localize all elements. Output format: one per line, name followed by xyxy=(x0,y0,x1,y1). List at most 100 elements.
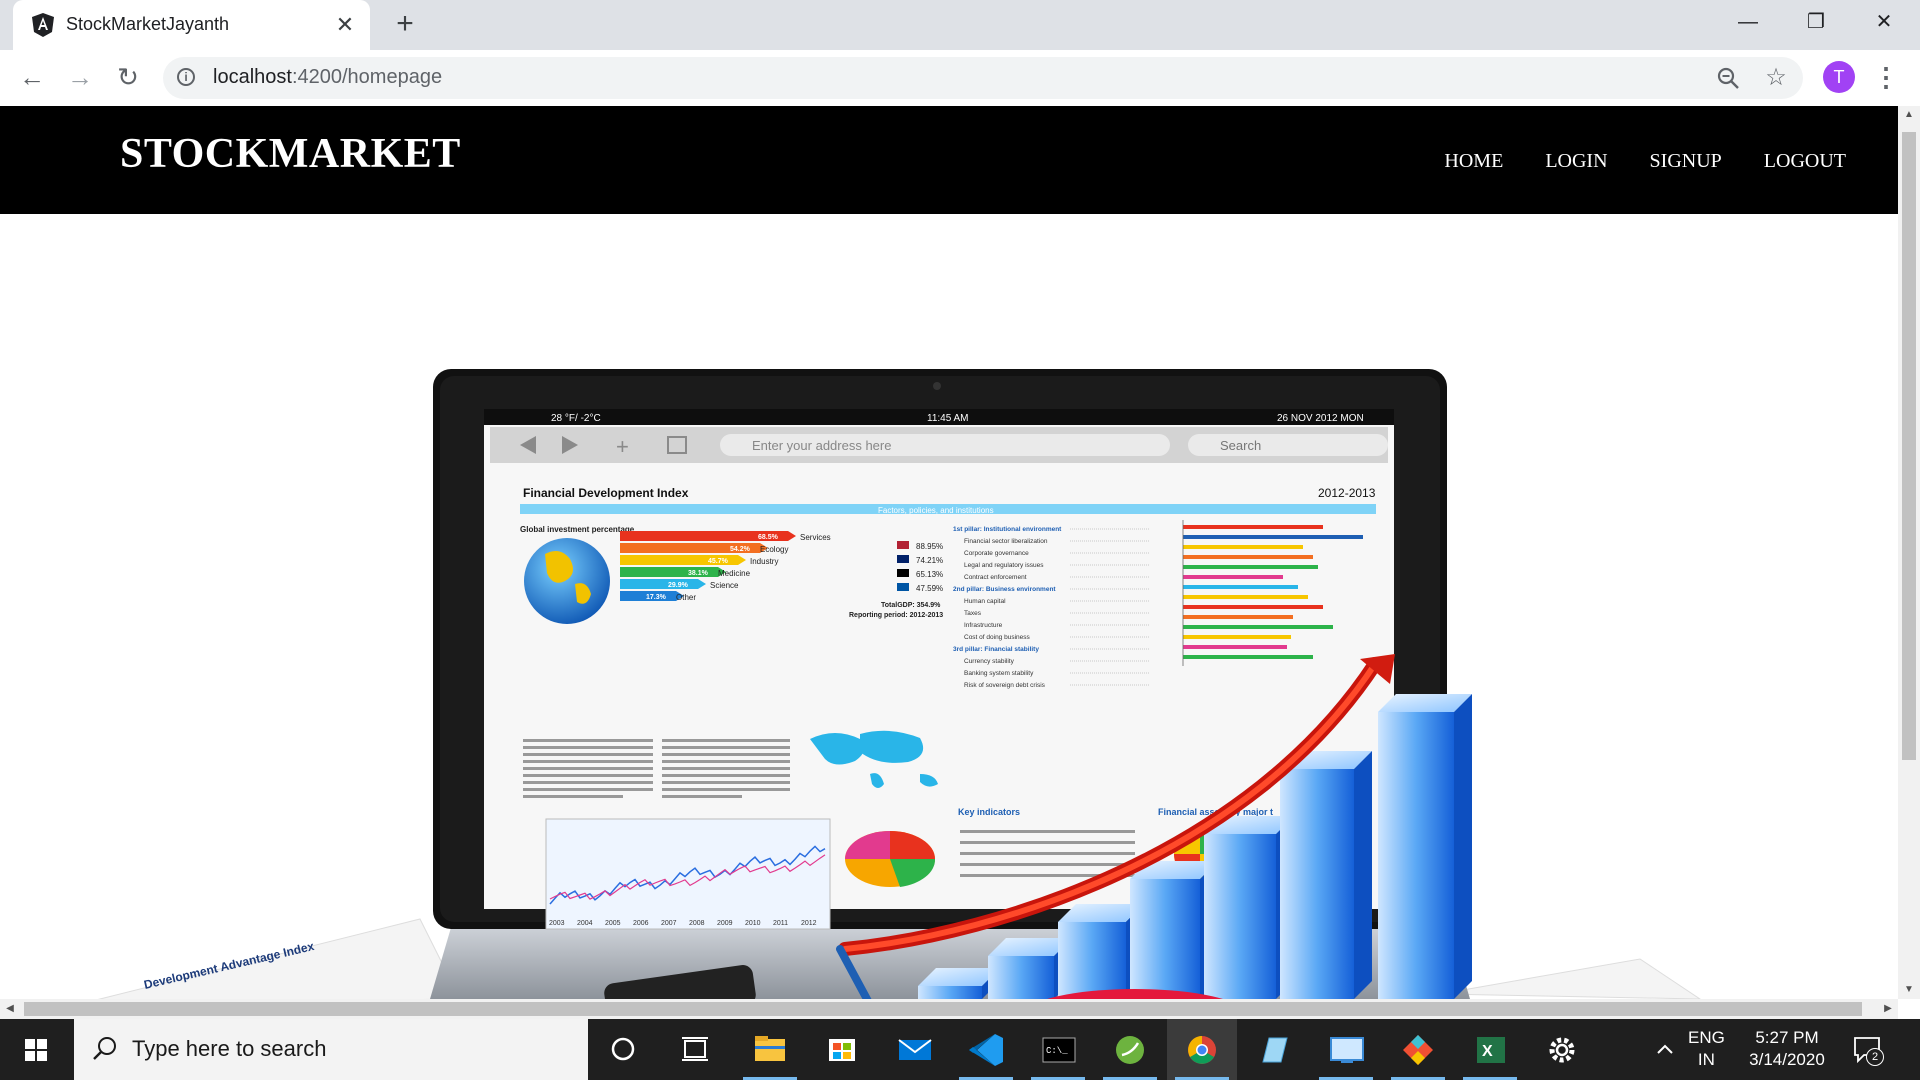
pillar-row-label: 2nd pillar: Business environment xyxy=(953,586,1056,593)
info-icon[interactable]: i xyxy=(177,68,195,86)
bookmark-star-icon[interactable]: ☆ xyxy=(1763,65,1789,91)
pie-chart-3d xyxy=(845,831,936,887)
globe-icon xyxy=(524,538,610,624)
url-text[interactable]: localhost:4200/homepage xyxy=(213,66,442,89)
pillar-row-label: Cost of doing business xyxy=(964,634,1031,641)
address-bar[interactable]: i localhost:4200/homepage ☆ xyxy=(163,57,1803,99)
pillar-row-label: Corporate governance xyxy=(964,550,1029,557)
scroll-left-icon[interactable]: ◀ xyxy=(0,999,20,1019)
tab-title: StockMarketJayanth xyxy=(66,14,230,34)
command-prompt-icon[interactable]: C:\_ xyxy=(1023,1019,1093,1080)
svg-text:X: X xyxy=(1482,1043,1493,1060)
angular-icon xyxy=(32,13,54,37)
browser-menu-icon[interactable]: ⋮ xyxy=(1873,62,1899,94)
nav-logout[interactable]: LOGOUT xyxy=(1764,150,1846,173)
investment-bar-percent: 45.7% xyxy=(708,558,729,565)
line-chart-year-label: 2007 xyxy=(661,920,677,927)
pillar-row-label: Banking system stability xyxy=(964,670,1034,677)
doc-year: 2012-2013 xyxy=(1318,486,1376,500)
pillar-bar xyxy=(1183,575,1283,579)
new-tab-icon[interactable]: + xyxy=(390,9,420,40)
horizontal-scroll-thumb[interactable] xyxy=(24,1002,1862,1016)
tray-chevron-icon[interactable] xyxy=(1650,1019,1680,1080)
vertical-scroll-thumb[interactable] xyxy=(1902,132,1916,760)
nav-home[interactable]: HOME xyxy=(1444,150,1503,173)
investment-bar xyxy=(620,567,726,577)
svg-text:88.95%: 88.95% xyxy=(916,542,943,551)
pillar-row-label: 3rd pillar: Financial stability xyxy=(953,646,1039,653)
clock-date: 3/14/2020 xyxy=(1749,1050,1825,1069)
search-icon xyxy=(93,1037,116,1060)
line-chart-year-label: 2009 xyxy=(717,920,733,927)
nav-signup[interactable]: SIGNUP xyxy=(1650,150,1722,173)
pillar-bar xyxy=(1183,615,1293,619)
action-center-icon[interactable]: 2 xyxy=(1852,1034,1884,1066)
mail-icon[interactable] xyxy=(879,1019,949,1080)
growth-bar xyxy=(1130,879,1200,999)
stock-line-chart: 2003 2004 2005 2006 2007 2008 2009 2010 2011 2012 xyxy=(545,818,831,930)
pillar-bar xyxy=(1183,625,1333,629)
task-view-icon[interactable] xyxy=(660,1019,730,1080)
investment-bar-percent: 17.3% xyxy=(646,594,667,601)
git-kraken-icon[interactable] xyxy=(1383,1019,1453,1080)
horizontal-scrollbar[interactable]: ◀ ▶ xyxy=(0,999,1898,1019)
notepad-icon[interactable] xyxy=(1239,1019,1309,1080)
taskbar-clock[interactable]: 5:27 PM 3/14/2020 xyxy=(1745,1027,1829,1071)
pillar-row-label: Human capital xyxy=(964,598,1006,605)
profile-avatar[interactable]: T xyxy=(1823,61,1855,93)
pillar-bar xyxy=(1183,605,1323,609)
investment-bar-percent: 38.1% xyxy=(688,570,709,577)
settings-gear-icon[interactable] xyxy=(1527,1019,1597,1080)
notification-count: 2 xyxy=(1866,1048,1884,1066)
investment-bar xyxy=(620,579,706,589)
investment-bar-label: Ecology xyxy=(760,545,788,554)
investment-bar-label: Industry xyxy=(750,557,778,566)
microsoft-store-icon[interactable] xyxy=(807,1019,877,1080)
window-close-icon[interactable]: ✕ xyxy=(1864,6,1904,38)
key-indicators-label: Key indicators xyxy=(958,807,1020,817)
file-explorer-icon[interactable] xyxy=(735,1019,805,1080)
taskbar-search-box[interactable]: Type here to search xyxy=(74,1019,588,1080)
site-nav-links: HOME LOGIN SIGNUP LOGOUT xyxy=(1402,150,1846,173)
pillar-bar xyxy=(1183,555,1313,559)
pillar-row-label: 1st pillar: Institutional environment xyxy=(953,526,1062,533)
restore-icon[interactable]: ❐ xyxy=(1796,6,1836,38)
back-icon[interactable]: ← xyxy=(16,62,48,94)
reload-icon[interactable]: ↻ xyxy=(112,62,144,94)
browser-tab[interactable]: StockMarketJayanth ✕ xyxy=(13,0,370,50)
pillar-bar xyxy=(1183,585,1298,589)
lang-code: ENG xyxy=(1688,1028,1725,1047)
nav-login[interactable]: LOGIN xyxy=(1545,150,1607,173)
minimize-icon[interactable]: — xyxy=(1728,6,1768,38)
pillar-bar xyxy=(1183,595,1308,599)
windows-taskbar: Type here to search C:\_ X ENG IN 5:27 P… xyxy=(0,1019,1920,1080)
windows-start-icon[interactable] xyxy=(0,1019,72,1080)
rdp-icon[interactable] xyxy=(1311,1019,1381,1080)
scroll-up-icon[interactable]: ▲ xyxy=(1898,106,1920,124)
language-indicator[interactable]: ENG IN xyxy=(1688,1027,1725,1071)
investment-bar-percent: 68.5% xyxy=(758,534,779,541)
growth-bar xyxy=(1204,834,1276,999)
investment-bar-label: Other xyxy=(676,593,696,602)
scroll-right-icon[interactable]: ▶ xyxy=(1878,999,1898,1019)
growth-bar xyxy=(1058,922,1126,999)
excel-icon[interactable]: X xyxy=(1455,1019,1525,1080)
svg-text:TotalGDP: 354.9%: TotalGDP: 354.9% xyxy=(881,602,941,609)
pillar-bar xyxy=(1183,545,1303,549)
zoom-icon[interactable] xyxy=(1715,65,1741,91)
vscode-icon[interactable] xyxy=(951,1019,1021,1080)
growth-bar xyxy=(1378,712,1454,999)
forward-icon[interactable]: → xyxy=(64,62,96,94)
growth-bar-side xyxy=(1354,751,1372,999)
chrome-icon[interactable] xyxy=(1167,1019,1237,1080)
status-temperature: 28 °F/ -2°C xyxy=(551,413,601,424)
svg-text:Reporting period: 2012-2013: Reporting period: 2012-2013 xyxy=(849,612,943,619)
cortana-icon[interactable] xyxy=(588,1019,658,1080)
scroll-down-icon[interactable]: ▼ xyxy=(1898,981,1920,999)
close-tab-icon[interactable]: ✕ xyxy=(332,12,358,38)
vertical-scrollbar[interactable]: ▲ ▼ xyxy=(1898,106,1920,999)
screen-address-placeholder: Enter your address here xyxy=(752,438,891,453)
site-brand[interactable]: STOCKMARKET xyxy=(120,130,461,178)
spring-tool-icon[interactable] xyxy=(1095,1019,1165,1080)
investment-bar-label: Medicine xyxy=(718,569,751,578)
